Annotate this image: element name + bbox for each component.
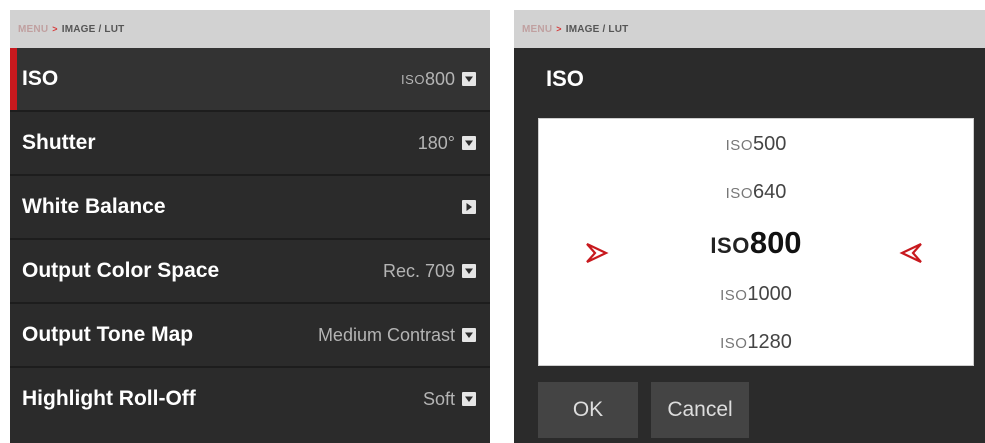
menu-item-value bbox=[455, 200, 476, 214]
picker-option[interactable]: ISO1000 bbox=[539, 283, 973, 306]
menu-item-value: Rec. 709 bbox=[383, 261, 476, 282]
iso-picker-wheel[interactable]: ISO500 ISO640 ISO800 ISO1000 ISO1280 bbox=[538, 118, 974, 366]
iso-prefix: ISO bbox=[725, 137, 753, 154]
iso-value: 800 bbox=[424, 68, 455, 89]
breadcrumb-separator: > bbox=[556, 24, 562, 34]
menu-item-label: ISO bbox=[22, 67, 59, 90]
selection-indicator bbox=[10, 48, 17, 110]
menu-item-value: 180° bbox=[418, 133, 476, 154]
option-value: 1000 bbox=[747, 283, 792, 305]
menu-item-label: Shutter bbox=[22, 131, 96, 154]
shutter-value: 180° bbox=[417, 132, 455, 153]
picker-option[interactable]: ISO500 bbox=[539, 133, 973, 156]
dialog-title: ISO bbox=[546, 66, 584, 91]
cancel-button[interactable]: Cancel bbox=[651, 382, 749, 438]
menu-item-white-balance[interactable]: White Balance bbox=[10, 176, 490, 238]
menu-item-shutter[interactable]: Shutter 180° bbox=[10, 112, 490, 174]
menu-item-output-color-space[interactable]: Output Color Space Rec. 709 bbox=[10, 240, 490, 302]
menu-item-iso[interactable]: ISO ISO 800 bbox=[10, 48, 490, 110]
iso-prefix: ISO bbox=[720, 287, 748, 304]
chevron-down-icon[interactable] bbox=[462, 264, 476, 278]
highlight-roll-off-value: Soft bbox=[422, 388, 455, 409]
breadcrumb-path: IMAGE / LUT bbox=[61, 23, 125, 35]
breadcrumb: MENU > IMAGE / LUT bbox=[514, 10, 985, 48]
menu-item-label: White Balance bbox=[22, 195, 166, 218]
ok-button[interactable]: OK bbox=[538, 382, 638, 438]
menu-item-highlight-roll-off[interactable]: Highlight Roll-Off Soft bbox=[10, 368, 490, 430]
menu-item-label: Highlight Roll-Off bbox=[22, 387, 196, 410]
menu-item-label: Output Color Space bbox=[22, 259, 220, 282]
iso-prefix: ISO bbox=[725, 185, 753, 202]
chevron-right-icon[interactable] bbox=[462, 200, 476, 214]
chevron-down-icon[interactable] bbox=[462, 328, 476, 342]
menu-item-label: Output Tone Map bbox=[22, 323, 194, 346]
breadcrumb-menu[interactable]: MENU bbox=[18, 24, 48, 35]
iso-prefix: ISO bbox=[401, 71, 425, 87]
picker-option[interactable]: ISO1280 bbox=[539, 331, 973, 354]
output-color-space-value: Rec. 709 bbox=[382, 260, 455, 281]
iso-prefix: ISO bbox=[710, 233, 750, 258]
breadcrumb-path: IMAGE / LUT bbox=[565, 23, 629, 35]
menu-item-value: ISO 800 bbox=[401, 69, 476, 90]
menu-item-output-tone-map[interactable]: Output Tone Map Medium Contrast bbox=[10, 304, 490, 366]
output-tone-map-value: Medium Contrast bbox=[317, 324, 455, 345]
iso-prefix: ISO bbox=[720, 335, 748, 352]
picker-option[interactable]: ISO640 bbox=[539, 181, 973, 204]
selection-arrow-right-icon bbox=[899, 241, 925, 270]
breadcrumb: MENU > IMAGE / LUT bbox=[10, 10, 490, 48]
chevron-down-icon[interactable] bbox=[462, 392, 476, 406]
option-value: 800 bbox=[749, 225, 802, 260]
breadcrumb-menu[interactable]: MENU bbox=[522, 24, 552, 35]
option-value: 500 bbox=[752, 133, 787, 155]
chevron-down-icon[interactable] bbox=[462, 72, 476, 86]
option-value: 1280 bbox=[747, 331, 792, 353]
iso-dialog-panel: MENU > IMAGE / LUT ISO ISO500 ISO640 ISO… bbox=[514, 10, 985, 443]
option-value: 640 bbox=[752, 181, 787, 203]
menu-item-value: Soft bbox=[423, 389, 476, 410]
menu-item-value: Medium Contrast bbox=[318, 325, 476, 346]
breadcrumb-separator: > bbox=[52, 24, 58, 34]
image-lut-menu-panel: MENU > IMAGE / LUT ISO ISO 800 Shutter 18… bbox=[10, 10, 490, 443]
chevron-down-icon[interactable] bbox=[462, 136, 476, 150]
